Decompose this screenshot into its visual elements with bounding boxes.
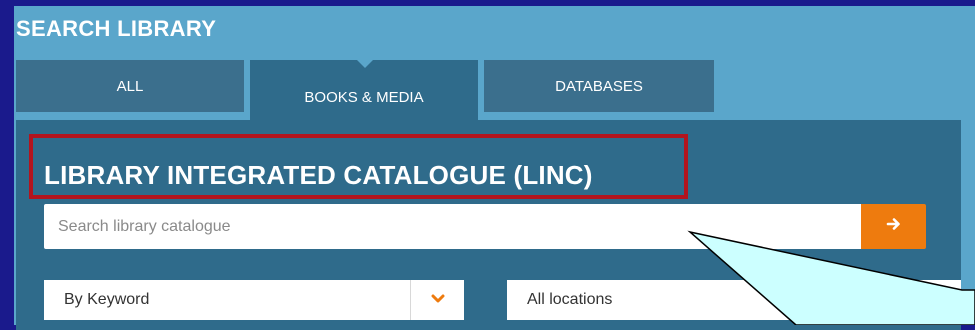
panel-title: SEARCH LIBRARY [16, 16, 217, 41]
search-by-select[interactable]: By Keyword [44, 280, 464, 320]
tab-databases-label: DATABASES [555, 77, 643, 95]
tab-books-media[interactable]: BOOKS & MEDIA [250, 60, 478, 120]
tab-all[interactable]: ALL [16, 60, 244, 112]
tab-books-media-label: BOOKS & MEDIA [304, 88, 424, 106]
tab-databases[interactable]: DATABASES [484, 60, 714, 112]
location-value: All locations [527, 291, 613, 308]
catalogue-search-input[interactable] [44, 204, 861, 249]
search-submit-button[interactable] [861, 204, 926, 249]
location-select[interactable]: All locations [507, 280, 961, 320]
arrow-right-icon [886, 216, 902, 237]
active-tab-indicator [357, 60, 373, 68]
search-by-value: By Keyword [64, 291, 150, 308]
highlight-annotation-box [29, 134, 688, 199]
tab-all-label: ALL [116, 77, 144, 95]
chevron-down-icon [431, 291, 445, 309]
search-by-dropdown-toggle[interactable] [411, 280, 464, 320]
